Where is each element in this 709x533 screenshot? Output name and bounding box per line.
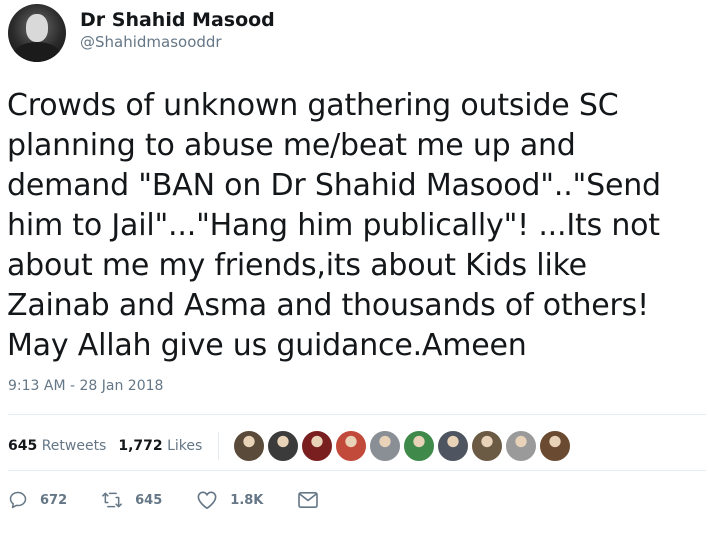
mail-icon <box>298 491 319 509</box>
avatar[interactable] <box>8 4 66 62</box>
likes-count: 1,772 <box>118 438 163 454</box>
stats-separator <box>218 432 220 460</box>
retweets-stat[interactable]: 645 Retweets <box>8 438 106 454</box>
reply-icon <box>9 491 27 509</box>
user-handle[interactable]: @Shahidmasooddr <box>80 32 275 52</box>
retweet-count: 645 <box>135 492 163 508</box>
reply-button[interactable]: 672 <box>8 490 67 510</box>
avatar-face <box>26 14 48 42</box>
avatar-shoulders <box>12 42 62 62</box>
display-name[interactable]: Dr Shahid Masood <box>80 8 275 32</box>
liker-avatar[interactable] <box>403 430 436 462</box>
liker-avatar[interactable] <box>233 430 266 462</box>
liker-avatar[interactable] <box>471 430 504 462</box>
divider <box>8 414 706 415</box>
tweet-stats: 645 Retweets 1,772 Likes <box>8 426 573 466</box>
liker-avatar[interactable] <box>505 430 538 462</box>
likes-label: Likes <box>167 438 203 454</box>
like-count: 1.8K <box>230 492 264 508</box>
tweet-text: Crowds of unknown gathering outside SC p… <box>7 88 661 363</box>
retweets-label: Retweets <box>41 438 107 454</box>
divider <box>8 470 706 471</box>
user-names: Dr Shahid Masood @Shahidmasooddr <box>80 8 275 52</box>
tweet-header: Dr Shahid Masood @Shahidmasooddr <box>8 4 275 62</box>
reply-count: 672 <box>40 492 68 508</box>
tweet-timestamp[interactable]: 9:13 AM - 28 Jan 2018 <box>8 378 163 394</box>
like-button[interactable]: 1.8K <box>196 490 263 510</box>
liker-avatar[interactable] <box>335 430 368 462</box>
liker-avatars <box>233 430 573 462</box>
liker-avatar[interactable] <box>267 430 300 462</box>
retweet-button[interactable]: 645 <box>101 490 162 510</box>
direct-message-button[interactable] <box>297 491 331 509</box>
tweet: Dr Shahid Masood @Shahidmasooddr Crowds … <box>0 0 709 533</box>
liker-avatar[interactable] <box>437 430 470 462</box>
tweet-actions: 672 645 1.8K <box>8 490 365 510</box>
liker-avatar[interactable] <box>301 430 334 462</box>
likes-stat[interactable]: 1,772 Likes <box>118 438 202 454</box>
liker-avatar[interactable] <box>539 430 572 462</box>
retweet-icon <box>102 492 123 508</box>
heart-icon <box>197 491 217 509</box>
liker-avatar[interactable] <box>369 430 402 462</box>
retweets-count: 645 <box>8 438 38 454</box>
